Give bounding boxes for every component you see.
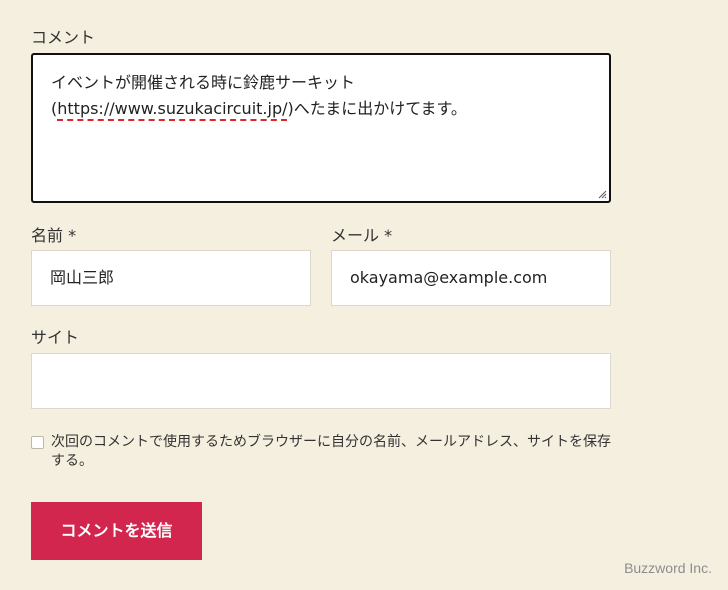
comment-link-text: https://www.suzukacircuit.jp/ bbox=[57, 99, 288, 118]
comment-label: コメント bbox=[31, 28, 96, 47]
comment-text-after: )へたまに出かけてます。 bbox=[287, 99, 467, 118]
email-label: メール * bbox=[331, 226, 393, 245]
name-label: 名前 * bbox=[31, 226, 77, 245]
save-info-label[interactable]: 次回のコメントで使用するためブラウザーに自分の名前、メールアドレス、サイトを保存… bbox=[51, 433, 613, 471]
save-info-checkbox[interactable] bbox=[31, 436, 44, 449]
site-label: サイト bbox=[31, 328, 80, 347]
watermark: Buzzword Inc. bbox=[624, 560, 712, 576]
email-input[interactable]: okayama@example.com bbox=[331, 250, 611, 306]
name-input[interactable]: 岡山三郎 bbox=[31, 250, 311, 306]
comment-textarea[interactable]: イベントが開催される時に鈴鹿サーキット(https://www.suzukaci… bbox=[31, 53, 611, 203]
site-input[interactable] bbox=[31, 353, 611, 409]
resize-grip-icon[interactable] bbox=[597, 189, 607, 199]
submit-comment-button[interactable]: コメントを送信 bbox=[31, 502, 202, 560]
